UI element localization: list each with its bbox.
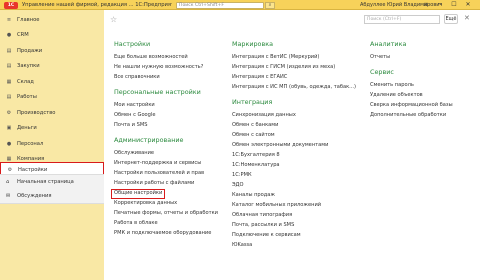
link-yukassa[interactable]: ЮKassa <box>232 240 360 250</box>
sidebar-item-main[interactable]: ≡ Главное <box>0 12 104 28</box>
window-title: Управление нашей фирмой, редакция ... 1С… <box>22 2 172 8</box>
link-maintenance[interactable]: Обслуживание <box>114 148 226 158</box>
discussions-label: Обсуждения <box>17 193 52 199</box>
money-icon: ▣ <box>6 125 12 132</box>
settings-column-2: Маркировка Интеграция с ВетИС (Меркурий)… <box>232 40 360 250</box>
cart-icon: ▤ <box>6 47 12 54</box>
group-header: Маркировка <box>232 40 274 48</box>
link-extra-processing[interactable]: Дополнительные обработки <box>370 110 474 120</box>
link-my-settings[interactable]: Мои настройки <box>114 100 226 110</box>
link-cloud-printing[interactable]: Облачная типография <box>232 210 360 220</box>
link-more-features[interactable]: Еще больше возможностей <box>114 52 226 62</box>
content-toolbar: ☆ Поиск (Ctrl+F) Ещё ✕ <box>104 10 480 30</box>
favorite-star-icon[interactable]: ☆ <box>110 15 117 24</box>
sidebar-item-label: Производство <box>17 109 56 116</box>
factory-icon: ⚙ <box>6 109 12 116</box>
group-header: Интеграция <box>232 98 273 106</box>
sidebar-item-personnel[interactable]: ● Персонал <box>0 136 104 152</box>
sidebar-item-crm[interactable]: ● CRM <box>0 28 104 44</box>
link-mail-mailing[interactable]: Почта, рассылки и SMS <box>232 220 360 230</box>
app-logo: 1С <box>4 1 18 9</box>
group-header: Администрирование <box>114 136 184 144</box>
link-change-password[interactable]: Сменить пароль <box>370 80 474 90</box>
link-gism[interactable]: Интеграция с ГИСМ (изделия из меха) <box>232 62 360 72</box>
link-infobase-reconcile[interactable]: Сверка информационной базы <box>370 100 474 110</box>
more-button[interactable]: Ещё <box>444 14 458 24</box>
link-edo[interactable]: ЭДО <box>232 180 360 190</box>
home-page-label: Начальная страница <box>17 179 74 185</box>
close-window-icon[interactable]: ✕ <box>462 0 474 10</box>
sidebar-lower-panel: ⌂ Начальная страница ✉ Обсуждения <box>0 174 104 204</box>
settings-column-3: Аналитика Отчеты Сервис Сменить пароль У… <box>370 40 474 120</box>
sidebar-item-label: Персонал <box>17 140 44 147</box>
people-icon: ● <box>6 140 12 147</box>
menu-icon: ≡ <box>6 16 12 23</box>
link-pos-equipment[interactable]: РМК и подключаемое оборудование <box>114 228 226 238</box>
document-icon: ▤ <box>6 63 12 70</box>
link-print-forms[interactable]: Печатные формы, отчеты и обработки <box>114 208 226 218</box>
link-edi-exchange[interactable]: Обмен электронными документами <box>232 140 360 150</box>
link-users-rights[interactable]: Настройки пользователей и прав <box>114 168 226 178</box>
sidebar-item-label: Склад <box>17 78 34 85</box>
link-egais[interactable]: Интеграция с ЕГАИС <box>232 72 360 82</box>
menu-icon[interactable]: ≡ <box>420 0 432 10</box>
home-icon: ⌂ <box>6 179 10 185</box>
link-bank-exchange[interactable]: Обмен с банками <box>232 120 360 130</box>
sidebar-item-production[interactable]: ⚙ Производство <box>0 105 104 121</box>
sidebar-item-label: Настройки <box>18 166 48 173</box>
global-search-input[interactable]: Поиск Ctrl+Shift+F <box>176 1 264 9</box>
sidebar-item-label: Работы <box>17 94 37 101</box>
sidebar-item-label: Закупки <box>17 63 40 70</box>
home-page-link[interactable]: ⌂ Начальная страница <box>0 175 104 189</box>
link-all-catalogs[interactable]: Все справочники <box>114 72 226 82</box>
warehouse-icon: ▦ <box>6 78 12 85</box>
link-data-sync[interactable]: Синхронизация данных <box>232 110 360 120</box>
link-is-mp[interactable]: Интеграция с ИС МП (обувь, одежда, табак… <box>232 82 360 92</box>
search-icon[interactable]: ⌕ <box>265 1 275 9</box>
link-sales-channels[interactable]: Каналы продаж <box>232 190 360 200</box>
sidebar-item-label: Продажи <box>17 47 43 54</box>
wrench-icon: ▤ <box>6 94 12 101</box>
link-reports[interactable]: Отчеты <box>370 52 474 62</box>
link-delete-objects[interactable]: Удаление объектов <box>370 90 474 100</box>
sidebar-item-label: CRM <box>17 32 29 39</box>
link-file-settings[interactable]: Настройки работы с файлами <box>114 178 226 188</box>
link-services-connect[interactable]: Подключение к сервисам <box>232 230 360 240</box>
page-search-input[interactable]: Поиск (Ctrl+F) <box>364 15 440 24</box>
maximize-icon[interactable]: ☐ <box>448 0 460 10</box>
link-cloud-work[interactable]: Работа в облаке <box>114 218 226 228</box>
link-1c-rmk[interactable]: 1С:РМК <box>232 170 360 180</box>
link-internet-support[interactable]: Интернет-поддержка и сервисы <box>114 158 226 168</box>
sections-panel: ≡ Главное ● CRM ▤ Продажи ▤ Закупки ▦ Склад ▤… <box>0 10 104 280</box>
sidebar-item-purchases[interactable]: ▤ Закупки <box>0 59 104 75</box>
sidebar-item-warehouse[interactable]: ▦ Склад <box>0 74 104 90</box>
link-not-found-feature[interactable]: Не нашли нужную возможность? <box>114 62 226 72</box>
discussions-link[interactable]: ✉ Обсуждения <box>0 189 104 203</box>
title-bar: 1С Управление нашей фирмой, редакция ...… <box>0 0 480 10</box>
settings-column-1: Настройки Еще больше возможностей Не наш… <box>111 40 226 238</box>
sidebar-item-money[interactable]: ▣ Деньги <box>0 121 104 137</box>
link-google-exchange[interactable]: Обмен с Google <box>114 110 226 120</box>
sidebar-item-label: Главное <box>17 16 40 23</box>
group-header: Персональные настройки <box>114 88 201 96</box>
gear-icon: ⚙ <box>7 166 13 173</box>
sidebar-item-works[interactable]: ▤ Работы <box>0 90 104 106</box>
group-header: Настройки <box>114 40 151 48</box>
link-mail-sms[interactable]: Почта и SMS <box>114 120 226 130</box>
link-site-exchange[interactable]: Обмен с сайтом <box>232 130 360 140</box>
sidebar-item-sales[interactable]: ▤ Продажи <box>0 43 104 59</box>
link-1c-nomenclature[interactable]: 1С:Номенклатура <box>232 160 360 170</box>
close-icon[interactable]: ✕ <box>464 14 470 22</box>
link-mobile-apps[interactable]: Каталог мобильных приложений <box>232 200 360 210</box>
sidebar-item-label: Деньги <box>17 125 37 132</box>
link-data-correction[interactable]: Корректировка данных <box>114 198 226 208</box>
link-vetis[interactable]: Интеграция с ВетИС (Меркурий) <box>232 52 360 62</box>
person-icon: ● <box>6 32 12 39</box>
link-1c-accounting[interactable]: 1С:Бухгалтерия 8 <box>232 150 360 160</box>
group-header: Аналитика <box>370 40 407 48</box>
minimize-icon[interactable]: ─ <box>434 0 446 10</box>
chat-icon: ✉ <box>6 193 11 199</box>
group-header: Сервис <box>370 68 394 76</box>
